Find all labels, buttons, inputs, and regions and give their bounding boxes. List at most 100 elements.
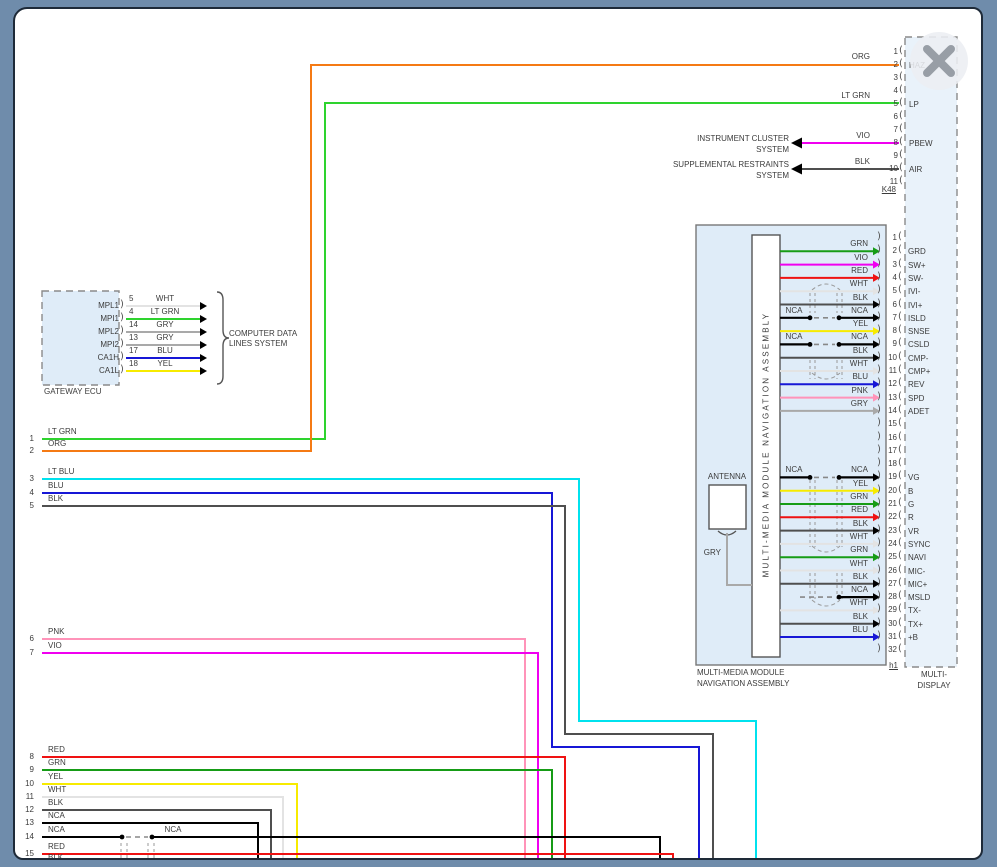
gateway-label: GATEWAY ECU: [44, 387, 102, 396]
pin-socket-bracket: (: [898, 272, 902, 282]
signal-label: R: [908, 513, 914, 522]
wire-label: NCA: [158, 825, 188, 834]
pin-plug-bracket: ): [877, 352, 881, 362]
pin-plug-bracket: ): [877, 498, 881, 508]
pin-socket-bracket: (: [898, 285, 902, 295]
pin-plug-bracket: ): [120, 313, 124, 323]
signal-label: CMP+: [908, 367, 930, 376]
pin-number: 7: [14, 648, 34, 657]
pin-number: 4: [129, 307, 133, 316]
pin-socket-bracket: (: [898, 458, 902, 468]
pin-number: 32: [883, 645, 897, 654]
pin-socket-bracket: (: [898, 365, 902, 375]
connector-pin-name: LP: [909, 100, 919, 109]
pin-number: 9: [874, 151, 898, 160]
gateway-pin-name: MPI1: [79, 314, 119, 323]
wire-label: WHT: [48, 785, 66, 794]
pin-plug-bracket: ): [877, 272, 881, 282]
signal-label: ISLD: [908, 314, 926, 323]
pin-number: 19: [883, 472, 897, 481]
pin-socket-bracket: (: [899, 72, 903, 82]
wire-label: BLU: [140, 346, 190, 355]
wire-label: GRY: [697, 548, 721, 557]
pin-number: 23: [883, 526, 897, 535]
pin-socket-bracket: (: [898, 312, 902, 322]
pin-socket-bracket: (: [898, 591, 902, 601]
pin-plug-bracket: ): [877, 338, 881, 348]
connector-pin-name: AIR: [909, 165, 922, 174]
pin-socket-bracket: (: [899, 46, 903, 56]
wire-label: YEL: [802, 479, 868, 488]
pin-socket-bracket: (: [898, 565, 902, 575]
pin-number: 24: [883, 539, 897, 548]
wire-label: VIO: [802, 253, 868, 262]
pin-plug-bracket: ): [877, 418, 881, 428]
signal-label: IVI+: [908, 301, 922, 310]
close-button[interactable]: [910, 32, 968, 90]
signal-label: REV: [908, 380, 924, 389]
pin-number: 8: [883, 326, 897, 335]
pin-number: 4: [883, 273, 897, 282]
wire-label: NCA: [802, 465, 868, 474]
close-icon: [910, 32, 968, 90]
pin-number: 2: [874, 60, 898, 69]
gateway-pin-name: CA1L: [79, 366, 119, 375]
pin-socket-bracket: (: [898, 392, 902, 402]
pin-socket-bracket: (: [898, 325, 902, 335]
pin-socket-bracket: (: [898, 299, 902, 309]
pin-number: 2: [883, 246, 897, 255]
wire-label: PNK: [802, 386, 868, 395]
signal-label: CSLD: [908, 340, 929, 349]
pin-socket-bracket: (: [899, 98, 903, 108]
pin-plug-bracket: ): [877, 591, 881, 601]
pin-number: 9: [14, 765, 34, 774]
system-label-line2: LINES SYSTEM: [229, 339, 287, 348]
pin-number: 5: [14, 501, 34, 510]
pin-number: 14: [883, 406, 897, 415]
wire-label: NCA: [48, 811, 65, 820]
wire-label: GRY: [802, 399, 868, 408]
pin-number: 12: [883, 379, 897, 388]
wire-label: YEL: [140, 359, 190, 368]
wire-label: BLK: [802, 346, 868, 355]
pin-number: 8: [874, 138, 898, 147]
signal-label: SW+: [908, 261, 926, 270]
signal-label: TX-: [908, 606, 921, 615]
pin-socket-bracket: (: [898, 578, 902, 588]
pin-number: 16: [883, 433, 897, 442]
pin-plug-bracket: ): [877, 259, 881, 269]
wire-label: BLK: [802, 293, 868, 302]
pin-socket-bracket: (: [898, 418, 902, 428]
pin-socket-bracket: (: [898, 631, 902, 641]
pin-number: 18: [129, 359, 138, 368]
wire-label: VIO: [48, 641, 62, 650]
connector-id: h1: [884, 661, 898, 670]
wire-label: LT GRN: [140, 307, 190, 316]
pin-socket-bracket: (: [898, 618, 902, 628]
wire-label: ORG: [48, 439, 66, 448]
pin-plug-bracket: ): [120, 365, 124, 375]
pin-number: 3: [874, 73, 898, 82]
pin-plug-bracket: ): [877, 445, 881, 455]
pin-plug-bracket: ): [120, 339, 124, 349]
wire-label: GRN: [802, 492, 868, 501]
gateway-pin-name: MPL2: [79, 327, 119, 336]
signal-label: +B: [908, 633, 918, 642]
wire-label: BLU: [802, 625, 868, 634]
wire-label: BLK: [48, 494, 63, 503]
pin-number: 9: [883, 339, 897, 348]
pin-number: 1: [883, 233, 897, 242]
wire-label: RED: [48, 842, 65, 851]
diagram-labels: 1LT GRN2ORG3LT BLU4BLU5BLK6PNK7VIO8RED9G…: [13, 7, 983, 860]
pin-socket-bracket: (: [898, 498, 902, 508]
wire-label: ORG: [822, 52, 870, 61]
pin-plug-bracket: ): [877, 378, 881, 388]
pin-number: 14: [14, 832, 34, 841]
pin-socket-bracket: (: [899, 59, 903, 69]
pin-plug-bracket: ): [877, 551, 881, 561]
pin-number: 6: [14, 634, 34, 643]
destination-system-line2: SYSTEM: [639, 171, 789, 180]
connector-pin-name: PBEW: [909, 139, 933, 148]
pin-socket-bracket: (: [898, 551, 902, 561]
pin-plug-bracket: ): [877, 538, 881, 548]
